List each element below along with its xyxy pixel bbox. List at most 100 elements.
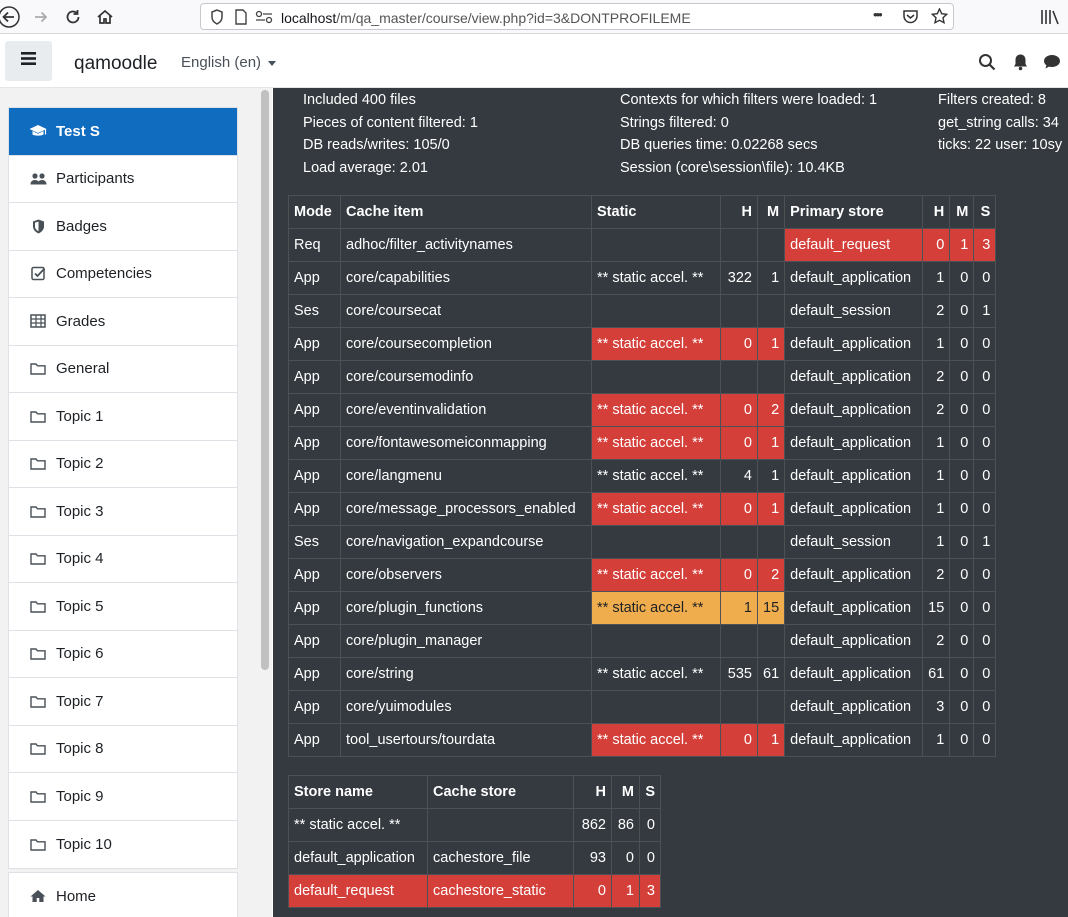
folder-icon [29, 360, 47, 378]
hits-cell: 93 [573, 841, 612, 875]
cache-item-cell: core/plugin_manager [340, 624, 592, 658]
back-icon[interactable] [0, 4, 22, 30]
sidebar-item-topic-3[interactable]: Topic 3 [9, 488, 237, 536]
misses-cell: 0 [949, 261, 975, 295]
drawer-toggle-button[interactable] [5, 41, 52, 81]
url-text[interactable]: localhost/m/qa_master/course/view.php?id… [281, 10, 691, 26]
static-cell: ** static accel. ** [591, 492, 721, 526]
permissions-icon[interactable] [255, 10, 273, 29]
sidebar-item-topic-6[interactable]: Topic 6 [9, 631, 237, 678]
stat-filters-created: Filters created: 8 [938, 92, 1046, 108]
home-icon[interactable] [92, 4, 118, 30]
static-cell [591, 525, 721, 559]
static-misses-cell: 2 [756, 393, 786, 427]
table-row: App core/plugin_functions ** static accel.… [288, 591, 997, 625]
sidebar-item-topic-10[interactable]: Topic 10 [9, 821, 237, 869]
table-row: App core/plugin_manager default_applicatio… [288, 624, 997, 658]
sidebar-item-general[interactable]: General [9, 346, 237, 393]
sets-cell: 0 [973, 393, 997, 427]
static-misses-cell: 1 [756, 261, 786, 295]
cache-item-cell: core/string [340, 657, 592, 691]
search-icon[interactable] [978, 53, 998, 73]
static-cell [591, 624, 721, 658]
col-header-misses: M [611, 775, 640, 809]
sidebar-item-participants[interactable]: Participants [9, 156, 237, 203]
table-row: Ses core/coursecat default_session 2 0 1 [288, 294, 997, 328]
static-cell: ** static accel. ** [591, 723, 721, 757]
sidebar-item-competencies[interactable]: Competencies [9, 251, 237, 298]
notification-bell-icon[interactable] [1012, 53, 1032, 73]
stat-db-reads-writes: DB reads/writes: 105/0 [303, 137, 450, 153]
sidebar-item-badges[interactable]: Badges [9, 203, 237, 251]
bookmark-star-icon[interactable] [930, 7, 949, 30]
static-misses-cell [756, 525, 786, 559]
sidebar-item-label: Badges [56, 217, 107, 235]
table-row: default_application cachestore_file 93 0 0 [288, 841, 661, 875]
table-header-row: Store name Cache store H M S [288, 775, 661, 809]
sidebar-item-course[interactable]: Test S [9, 108, 237, 156]
sidebar-item-topic-8[interactable]: Topic 8 [9, 726, 237, 773]
hits-cell: 2 [922, 558, 951, 592]
primary-store-cell: default_application [784, 591, 924, 625]
nav-drawer: Test S Participants Badges Competencies … [0, 88, 272, 917]
mode-cell: App [288, 690, 341, 724]
browser-toolbar: localhost/m/qa_master/course/view.php?id… [0, 0, 1068, 34]
col-header-misses: M [949, 195, 975, 229]
pocket-icon[interactable] [902, 9, 919, 30]
hits-cell: 15 [922, 591, 951, 625]
sidebar-scrollbar[interactable] [261, 90, 269, 670]
sidebar-item-topic-7[interactable]: Topic 7 [9, 678, 237, 726]
misses-cell: 0 [949, 690, 975, 724]
static-misses-cell [756, 624, 786, 658]
site-brand[interactable]: qamoodle [74, 53, 157, 75]
more-actions-icon[interactable]: ••• [873, 7, 883, 22]
sidebar-item-label: Test S [56, 122, 100, 140]
url-bar[interactable]: localhost/m/qa_master/course/view.php?id… [200, 3, 954, 30]
table-row: App core/yuimodules default_application 3 0 0 [288, 690, 997, 724]
static-cell: ** static accel. ** [591, 261, 721, 295]
shield-icon [29, 217, 47, 235]
forward-icon[interactable] [28, 4, 54, 30]
misses-cell: 1 [611, 874, 640, 908]
folder-icon [29, 455, 47, 473]
static-cell: ** static accel. ** [591, 393, 721, 427]
table-row: Ses core/navigation_expandcourse default_s… [288, 525, 997, 559]
library-icon[interactable] [1040, 9, 1060, 30]
sets-cell: 3 [639, 874, 661, 908]
folder-icon [29, 787, 47, 805]
static-misses-cell [756, 690, 786, 724]
static-misses-cell: 2 [756, 558, 786, 592]
hits-cell: 1 [922, 492, 951, 526]
primary-store-cell: default_application [784, 261, 924, 295]
hits-cell: 1 [922, 723, 951, 757]
static-hits-cell [720, 228, 758, 262]
col-header-mode: Mode [288, 195, 341, 229]
shield-icon[interactable] [210, 9, 224, 30]
static-cell: ** static accel. ** [591, 657, 721, 691]
hits-cell: 1 [922, 426, 951, 460]
stat-strings-filtered: Strings filtered: 0 [620, 115, 729, 131]
folder-icon [29, 645, 47, 663]
sidebar-item-home[interactable]: Home [8, 872, 238, 917]
cache-item-cell: core/yuimodules [340, 690, 592, 724]
table-row: App core/coursecompletion ** static accel.… [288, 327, 997, 361]
messages-icon[interactable] [1043, 53, 1063, 73]
reload-icon[interactable] [60, 4, 86, 30]
sidebar-item-topic-4[interactable]: Topic 4 [9, 536, 237, 583]
language-menu[interactable]: English (en) [181, 54, 277, 71]
mode-cell: App [288, 327, 341, 361]
static-misses-cell: 1 [756, 459, 786, 493]
table-row: App core/observers ** static accel. ** 0 2 de… [288, 558, 997, 592]
sidebar-item-topic-9[interactable]: Topic 9 [9, 773, 237, 821]
sidebar-item-grades[interactable]: Grades [9, 298, 237, 346]
sets-cell: 0 [973, 261, 997, 295]
misses-cell: 0 [949, 426, 975, 460]
cache-item-cell: core/observers [340, 558, 592, 592]
sidebar-item-topic-2[interactable]: Topic 2 [9, 441, 237, 488]
sidebar-item-label: Topic 5 [56, 597, 104, 615]
hits-cell: 1 [922, 459, 951, 493]
sidebar-item-topic-5[interactable]: Topic 5 [9, 583, 237, 631]
primary-store-cell: default_session [784, 525, 924, 559]
stat-included-files: Included 400 files [303, 92, 416, 108]
sidebar-item-topic-1[interactable]: Topic 1 [9, 393, 237, 441]
